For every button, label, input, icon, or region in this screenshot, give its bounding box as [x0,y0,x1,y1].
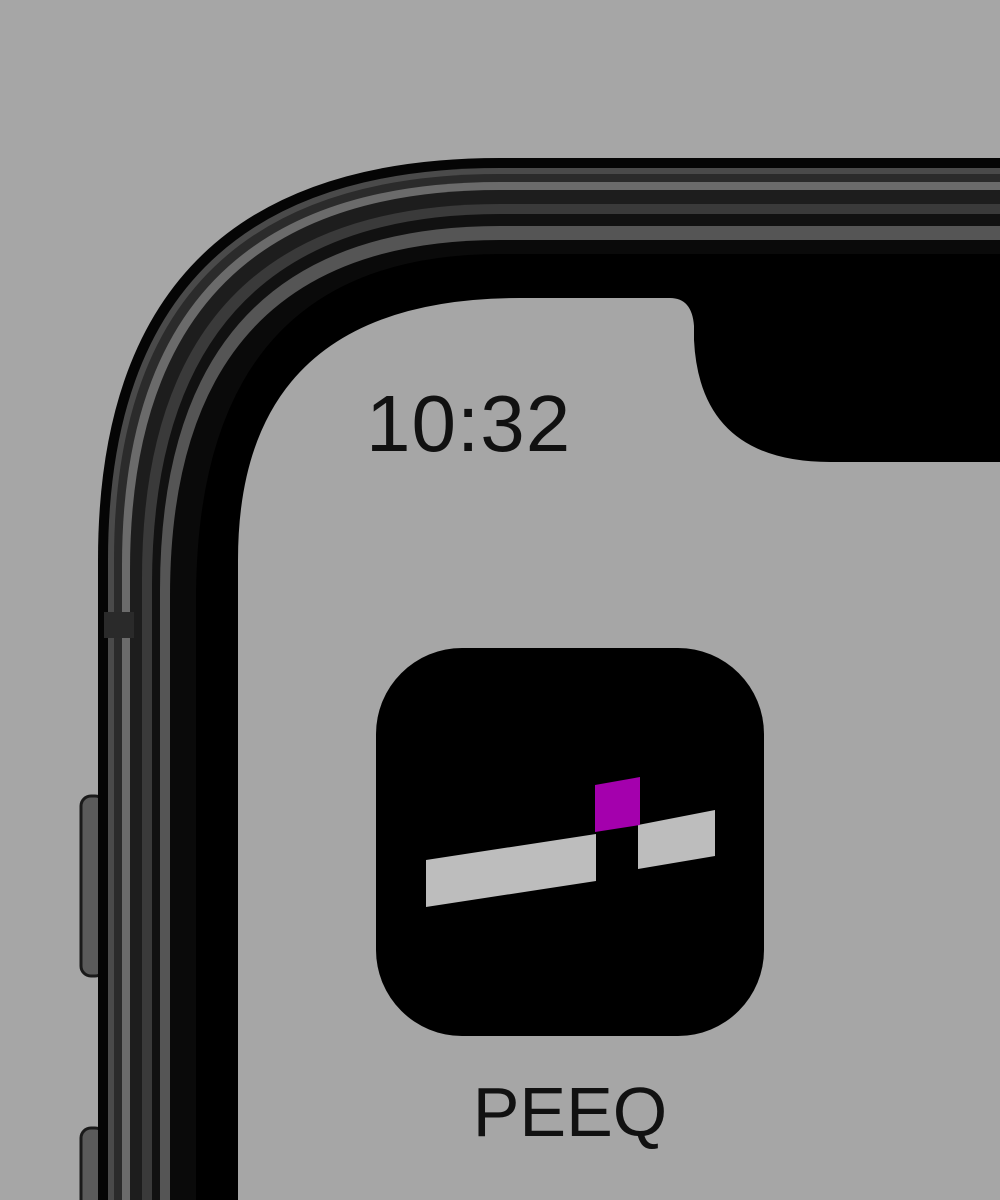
logo-accent-square [595,777,640,832]
status-bar-time: 10:32 [366,379,572,468]
antenna-line [104,612,134,638]
iphone-home-screen: 10:32 PEEQ [0,0,1000,1200]
peeq-logo-icon [426,777,715,907]
app-label-peeq: PEEQ [472,1073,668,1151]
peeq-app-icon[interactable] [376,648,764,1036]
logo-bar-left [426,834,596,907]
logo-bar-right [638,810,715,869]
